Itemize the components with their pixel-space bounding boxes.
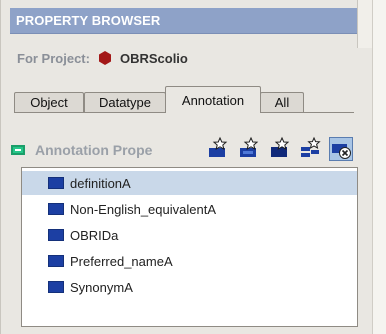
project-row: For Project: OBRScolio [17, 48, 188, 68]
create-subproperty-button[interactable] [237, 136, 261, 160]
project-icon [98, 51, 112, 65]
create-multiple-icon [301, 136, 321, 157]
project-label: For Project: [17, 50, 90, 66]
list-item[interactable]: Preferred_nameA [22, 249, 357, 273]
annotation-property-list[interactable]: definitionA Non-English_equivalentA OBRI… [21, 167, 358, 327]
project-name: OBRScolio [119, 50, 188, 66]
annotation-property-icon [11, 145, 25, 155]
property-label: Non-English_equivalentA [70, 201, 216, 217]
property-label: OBRIDa [70, 227, 119, 243]
list-item[interactable]: definitionA [22, 171, 357, 195]
property-icon [48, 177, 64, 189]
property-label: SynonymA [70, 279, 133, 295]
create-property-dark-button[interactable] [268, 136, 292, 160]
property-browser-panel: PROPERTY BROWSER For Project: OBRScolio … [0, 0, 386, 334]
annotation-toolbar: Annotation Prope [11, 136, 381, 162]
property-icon [48, 255, 64, 267]
right-scroll-gutter [372, 0, 386, 334]
window-edge [357, 0, 372, 48]
toolbar-label: Annotation Prope [35, 142, 153, 158]
property-icon [48, 229, 64, 241]
tab-datatype[interactable]: Datatype [84, 92, 166, 112]
list-item[interactable]: Non-English_equivalentA [22, 197, 357, 221]
property-label: Preferred_nameA [70, 253, 173, 269]
list-item[interactable]: SynonymA [22, 275, 357, 299]
tab-label: Datatype [98, 95, 152, 110]
property-icon [48, 281, 64, 293]
panel-title-bar: PROPERTY BROWSER [10, 8, 357, 34]
panel-title: PROPERTY BROWSER [16, 13, 161, 28]
delete-property-icon [332, 144, 351, 159]
create-property-dark-icon [271, 136, 290, 157]
delete-property-button[interactable] [329, 137, 353, 161]
property-label: definitionA [70, 175, 131, 191]
tab-annotation[interactable]: Annotation [165, 86, 261, 113]
create-multiple-button[interactable] [299, 136, 323, 160]
tab-object[interactable]: Object [14, 92, 84, 112]
create-property-button[interactable] [206, 136, 230, 160]
tab-label: All [274, 95, 290, 110]
tab-label: Object [30, 95, 68, 110]
tab-all[interactable]: All [260, 92, 304, 112]
tab-label: Annotation [181, 92, 245, 108]
create-subproperty-icon [240, 136, 259, 157]
list-item[interactable]: OBRIDa [22, 223, 357, 247]
property-icon [48, 203, 64, 215]
create-property-icon [209, 136, 228, 157]
